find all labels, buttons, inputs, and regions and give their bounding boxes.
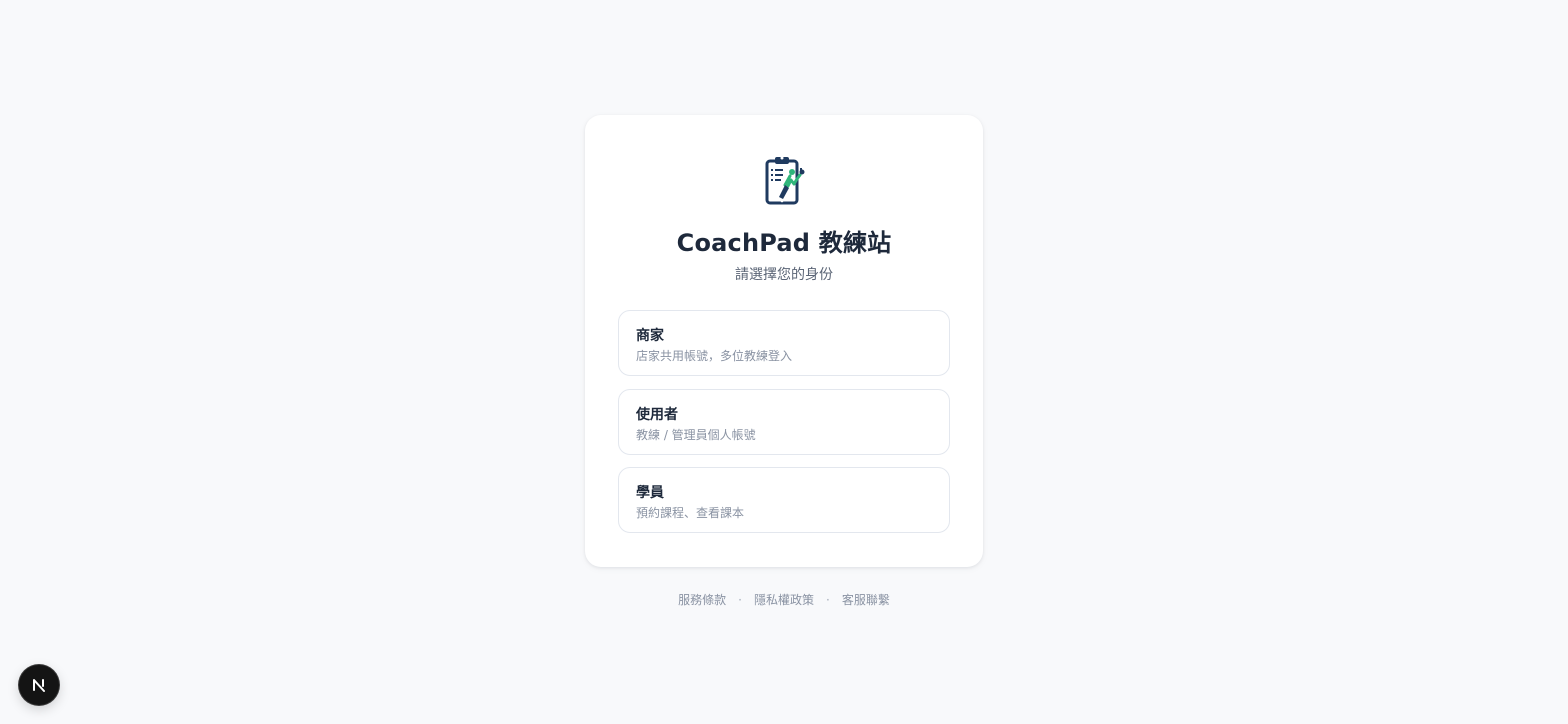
page-subtitle: 請選擇您的身份 [735, 267, 833, 283]
role-selection-card: CoachPad 教練站 請選擇您的身份 商家 店家共用帳號，多位教練登入 使用… [585, 115, 983, 567]
login-page: CoachPad 教練站 請選擇您的身份 商家 店家共用帳號，多位教練登入 使用… [0, 0, 1568, 724]
privacy-link[interactable]: 隱私權政策 [754, 593, 814, 607]
role-option-user[interactable]: 使用者 教練 / 管理員個人帳號 [618, 389, 950, 455]
role-option-student[interactable]: 學員 預約課程、查看課本 [618, 467, 950, 533]
role-option-title: 使用者 [636, 407, 678, 423]
page-title: CoachPad 教練站 [676, 229, 892, 257]
role-option-title: 商家 [636, 328, 664, 344]
nextjs-dev-badge[interactable] [19, 665, 59, 705]
role-option-description: 教練 / 管理員個人帳號 [636, 428, 756, 442]
terms-link[interactable]: 服務條款 [678, 593, 726, 607]
role-option-description: 店家共用帳號，多位教練登入 [636, 349, 793, 363]
clipboard-coach-icon [761, 155, 809, 207]
role-option-merchant[interactable]: 商家 店家共用帳號，多位教練登入 [618, 310, 950, 376]
nextjs-icon [33, 679, 45, 692]
footer-links: 服務條款 · 隱私權政策 · 客服聯繫 [585, 591, 983, 608]
footer-separator: · [738, 593, 742, 607]
role-option-title: 學員 [636, 485, 664, 501]
footer-separator: · [826, 593, 830, 607]
role-option-description: 預約課程、查看課本 [636, 506, 745, 520]
support-link[interactable]: 客服聯繫 [842, 593, 890, 607]
